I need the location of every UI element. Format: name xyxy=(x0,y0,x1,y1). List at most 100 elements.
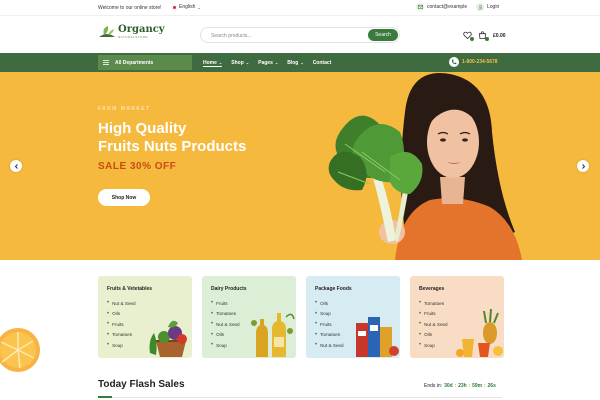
search-bar: Search xyxy=(200,27,400,43)
category-title: Fruits & Vetetables xyxy=(107,286,153,292)
main-nav: All Departments Home ⌄ Shop ⌄ Pages ⌄ Bl… xyxy=(0,53,600,72)
logo-name: Organcy xyxy=(118,24,165,35)
category-link[interactable]: Fruits xyxy=(211,298,240,309)
category-link[interactable]: Soup xyxy=(211,340,240,351)
user-icon xyxy=(476,3,484,11)
hero-title: High Quality Fruits Nuts Products xyxy=(98,120,246,156)
category-link[interactable]: Nut & Seed xyxy=(107,298,136,309)
orange-slice-decoration xyxy=(0,328,40,372)
category-link[interactable]: Fruits xyxy=(315,319,344,330)
chevron-down-icon: ⌄ xyxy=(300,60,304,65)
site-logo[interactable]: Organcy NATURALSTORE xyxy=(98,25,165,39)
category-link[interactable]: Oils xyxy=(419,330,448,341)
menu-icon xyxy=(103,60,109,65)
all-departments-button[interactable]: All Departments xyxy=(98,55,192,70)
category-link[interactable]: Tomatoes xyxy=(107,330,136,341)
hero-next-button[interactable] xyxy=(577,160,589,172)
category-cards: Fruits & Vetetables Nut & Seed Oils Frui… xyxy=(98,276,504,358)
hero-kicker: FARM MARKET xyxy=(98,106,151,112)
nav-item-blog-label: Blog xyxy=(287,59,299,66)
chevron-down-icon: ⌄ xyxy=(245,60,250,65)
chevron-left-icon xyxy=(14,163,18,169)
cart-count-badge xyxy=(485,37,489,41)
cart-total[interactable]: £0.00 xyxy=(493,33,506,39)
category-links: Fruits Tomatoes Nut & Seed Oils Soup xyxy=(211,298,240,351)
category-links: Oils Soup Fruits Tomatoes Nut & Seed xyxy=(315,298,344,351)
category-link[interactable]: Oils xyxy=(315,298,344,309)
contact-email: contact@example xyxy=(427,4,468,10)
phone-link[interactable]: 1-800-234-5678 xyxy=(449,57,498,67)
search-input[interactable] xyxy=(211,31,361,40)
category-card-package-foods[interactable]: Package Foods Oils Soup Fruits Tomatoes … xyxy=(306,276,400,358)
header-actions: £0.00 xyxy=(463,31,506,41)
nav-item-contact-label: Contact xyxy=(312,59,332,66)
packaged-goods-image xyxy=(356,317,399,357)
leaf-logo-icon xyxy=(99,26,115,37)
welcome-message: Welcome to our online store! xyxy=(98,5,162,11)
category-link[interactable]: Soup xyxy=(315,309,344,320)
category-link[interactable]: Tomatoes xyxy=(315,330,344,341)
hero-title-line-1: High Quality xyxy=(98,120,187,137)
category-title: Dairy Products xyxy=(211,286,247,292)
nav-item-pages[interactable]: Pages ⌄ xyxy=(258,53,278,72)
site-header: Organcy NATURALSTORE Search £0.00 xyxy=(0,15,600,53)
countdown-days: 30d xyxy=(444,383,453,389)
hero-prev-button[interactable] xyxy=(10,160,22,172)
wishlist-count-badge xyxy=(470,37,474,41)
flash-sales-underline xyxy=(98,396,112,398)
flash-sales-countdown: Ends in: 30d : 23h : 59m : 26s xyxy=(424,383,496,389)
chevron-down-icon: ⌄ xyxy=(274,60,279,65)
category-link[interactable]: Nut & Seed xyxy=(419,319,448,330)
category-link[interactable]: Soup xyxy=(107,340,136,351)
category-links: Nut & Seed Oils Fruits Tomatoes Soup xyxy=(107,298,136,351)
language-selector[interactable]: English ⌄ xyxy=(172,4,201,10)
category-card-fruits-vegetables[interactable]: Fruits & Vetetables Nut & Seed Oils Frui… xyxy=(98,276,192,358)
countdown-hours: 23h xyxy=(458,383,467,389)
hero-banner: FARM MARKET High Quality Fruits Nuts Pro… xyxy=(0,72,600,260)
category-link[interactable]: Oils xyxy=(211,330,240,341)
search-button[interactable]: Search xyxy=(368,29,398,41)
section-divider xyxy=(98,397,502,398)
category-link[interactable]: Fruits xyxy=(107,319,136,330)
nav-item-home-label: Home xyxy=(203,59,217,66)
nav-menu: Home ⌄ Shop ⌄ Pages ⌄ Blog ⌄ Contact xyxy=(203,53,331,72)
category-card-dairy-products[interactable]: Dairy Products Fruits Tomatoes Nut & See… xyxy=(202,276,296,358)
countdown-separator: : xyxy=(454,383,457,389)
nav-item-blog[interactable]: Blog ⌄ xyxy=(287,53,303,72)
flash-sales-title: Today Flash Sales xyxy=(98,379,185,390)
category-link[interactable]: Nut & Seed xyxy=(211,319,240,330)
hero-sale-text: SALE 30% OFF xyxy=(98,161,177,172)
all-departments-label: All Departments xyxy=(115,59,154,66)
countdown-seconds: 26s xyxy=(487,383,496,389)
oil-bottles-image xyxy=(251,313,295,357)
nav-item-contact[interactable]: Contact xyxy=(313,53,332,72)
phone-number: 1-800-234-5678 xyxy=(462,59,498,65)
category-title: Beverages xyxy=(419,286,445,292)
category-link[interactable]: Fruits xyxy=(419,309,448,320)
wishlist-button[interactable] xyxy=(463,31,474,41)
nav-item-pages-label: Pages xyxy=(258,59,273,66)
category-link[interactable]: Tomatoes xyxy=(419,298,448,309)
chevron-down-icon: ⌄ xyxy=(197,4,201,10)
hero-woman-with-greens-image xyxy=(328,73,522,260)
category-link[interactable]: Soup xyxy=(419,340,448,351)
top-bar: Welcome to our online store! English ⌄ c… xyxy=(0,0,600,15)
mail-icon xyxy=(416,3,424,11)
category-card-beverages[interactable]: Beverages Tomatoes Fruits Nut & Seed Oil… xyxy=(410,276,504,358)
chevron-right-icon xyxy=(581,163,585,169)
cart-button[interactable] xyxy=(478,31,489,41)
category-link[interactable]: Tomatoes xyxy=(211,309,240,320)
juice-and-fruit-image xyxy=(456,308,503,357)
nav-item-home[interactable]: Home ⌄ xyxy=(203,53,223,72)
nav-item-shop[interactable]: Shop ⌄ xyxy=(231,53,249,72)
category-link[interactable]: Oils xyxy=(107,309,136,320)
countdown-label: Ends in: xyxy=(424,383,443,389)
nav-item-shop-label: Shop xyxy=(231,59,244,66)
category-link[interactable]: Nut & Seed xyxy=(315,340,344,351)
category-title: Package Foods xyxy=(315,286,352,292)
login-link[interactable]: Login xyxy=(476,3,499,11)
phone-icon xyxy=(449,57,459,67)
contact-link[interactable]: contact@example xyxy=(416,3,467,11)
shop-now-button[interactable]: Shop Now xyxy=(98,189,150,206)
countdown-minutes: 59m xyxy=(472,383,483,389)
